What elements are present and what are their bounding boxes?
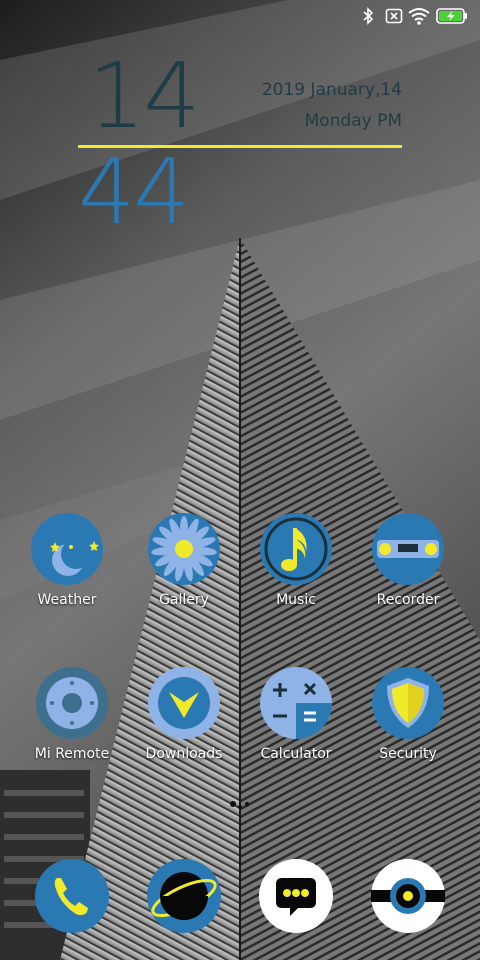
- app-weather[interactable]: Weather: [11, 512, 123, 608]
- app-gallery[interactable]: Gallery: [128, 512, 240, 608]
- app-downloads[interactable]: Downloads: [128, 666, 240, 762]
- app-calculator[interactable]: Calculator: [240, 666, 352, 762]
- app-label: Recorder: [376, 592, 440, 608]
- app-label: Gallery: [159, 592, 209, 608]
- calculator-icon: [260, 667, 332, 739]
- dock-messaging[interactable]: [256, 856, 336, 936]
- no-sim-icon: [385, 8, 403, 24]
- app-label: Downloads: [145, 746, 223, 762]
- security-shield-icon: [372, 667, 444, 739]
- app-label: Calculator: [260, 746, 332, 762]
- app-label: Music: [276, 592, 316, 608]
- recorder-icon: [372, 513, 444, 585]
- mi-remote-icon: [36, 667, 108, 739]
- app-label: Mi Remote: [34, 746, 110, 762]
- app-label: Weather: [37, 592, 97, 608]
- wifi-icon: [408, 8, 430, 25]
- clock-hour[interactable]: 14: [88, 52, 201, 142]
- dock-camera[interactable]: [368, 856, 448, 936]
- app-label: Security: [379, 746, 437, 762]
- app-security[interactable]: Security: [352, 666, 464, 762]
- app-recorder[interactable]: Recorder: [352, 512, 464, 608]
- battery-charging-icon: [436, 8, 467, 24]
- clock-day[interactable]: Monday PM: [305, 111, 402, 131]
- downloads-icon: [148, 667, 220, 739]
- browser-planet-icon: [147, 859, 221, 933]
- camera-icon: [371, 859, 445, 933]
- gallery-flower-icon: [148, 513, 220, 585]
- page-indicator[interactable]: [229, 800, 251, 810]
- messaging-icon: [259, 859, 333, 933]
- dock-phone[interactable]: [32, 856, 112, 936]
- dock-browser[interactable]: [144, 856, 224, 936]
- clock-minute[interactable]: 44: [78, 148, 191, 238]
- music-note-icon: [260, 513, 332, 585]
- app-music[interactable]: Music: [240, 512, 352, 608]
- bluetooth-icon: [363, 7, 374, 25]
- wallpaper: [0, 0, 480, 960]
- weather-moon-icon: [31, 513, 103, 585]
- app-mi-remote[interactable]: Mi Remote: [16, 666, 128, 762]
- clock-date[interactable]: 2019 January,14: [262, 80, 402, 100]
- status-bar: [0, 0, 480, 32]
- phone-icon: [35, 859, 109, 933]
